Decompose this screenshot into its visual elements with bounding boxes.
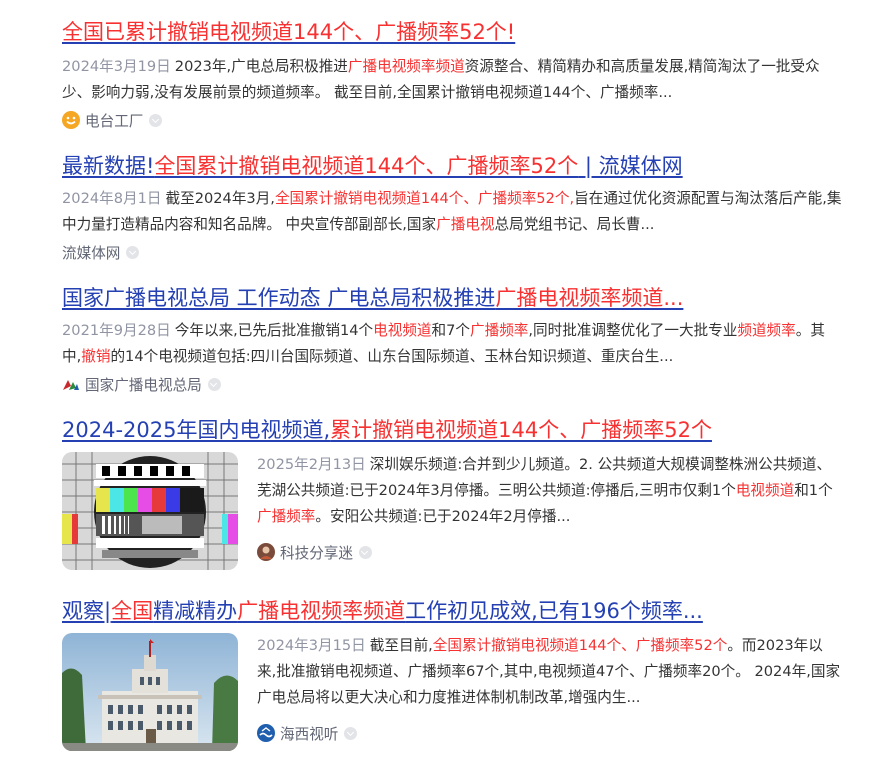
result-snippet: 2024年3月15日 截至目前,全国累计撤销电视频道144个、广播频率52个。而2… [257, 633, 842, 711]
result-source[interactable]: 电台工厂 [62, 108, 842, 132]
text-run: 截至目前, [369, 637, 433, 654]
result-title-link[interactable]: 最新数据!全国累计撤销电视频道144个、广播频率52个 | 流媒体网 [62, 152, 842, 180]
chevron-down-icon[interactable] [358, 545, 372, 559]
result-source[interactable]: 流媒体网 [62, 240, 842, 264]
text-run: | 流媒体网 [578, 154, 683, 178]
highlight-text: 广播电视频率频道... [495, 286, 684, 310]
text-run: 的14个电视频道包括:四川台国际频道、山东台国际频道、玉林台知识频道、重庆台生.… [110, 348, 674, 365]
highlight-text: 累计撤销电视频道144个、广播频率52个 [330, 418, 712, 442]
haixi-logo-icon [257, 724, 275, 742]
result-date: 2025年2月13日 [257, 456, 366, 473]
source-name: 科技分享迷 [280, 544, 353, 562]
chevron-down-icon[interactable] [126, 245, 140, 259]
highlight-text: 撤销 [81, 348, 111, 365]
text-run: 精减精办 [153, 599, 238, 623]
highlight-text: 广播电视频率频道 [347, 58, 465, 75]
building-photo-image [62, 633, 238, 751]
chevron-down-icon[interactable] [149, 113, 163, 127]
avatar-icon [257, 543, 275, 561]
text-run: 2024-2025年国内电视频道, [62, 418, 331, 442]
highlight-text: 广播电视频率频道 [237, 599, 406, 623]
source-name: 海西视听 [280, 725, 339, 743]
search-result: 2024-2025年国内电视频道,累计撤销电视频道144个、广播频率52个 20… [62, 416, 842, 570]
highlight-text: 广播频率 [470, 322, 529, 339]
result-date: 2021年9月28日 [62, 322, 171, 339]
result-source[interactable]: 科技分享迷 [257, 540, 842, 564]
result-title-link[interactable]: 2024-2025年国内电视频道,累计撤销电视频道144个、广播频率52个 [62, 416, 842, 444]
text-run: 观察| [62, 599, 112, 623]
result-date: 2024年8月1日 [62, 190, 162, 207]
tv-test-pattern-image [62, 452, 238, 570]
nrta-logo-icon [63, 380, 79, 390]
building-thumbnail[interactable] [62, 633, 238, 751]
result-snippet: 2024年8月1日 截至2024年3月,全国累计撤销电视频道144个、广播频率52… [62, 186, 842, 238]
highlight-text: 全国累计撤销电视频道144个、广播频率52个, [274, 190, 575, 207]
highlight-text: 广播频率 [257, 508, 316, 525]
text-run: 和7个 [431, 322, 470, 339]
text-run: 工作初见成效,已有196个频率... [405, 599, 703, 623]
result-title-link[interactable]: 国家广播电视总局 工作动态 广电总局积极推进广播电视频率频道... [62, 284, 842, 312]
highlight-text: 广播电视 [436, 216, 495, 233]
text-run: 2023年,广电总局积极推进 [174, 58, 348, 75]
search-result: 观察|全国精减精办广播电视频率频道工作初见成效,已有196个频率... 2024… [62, 597, 842, 751]
highlight-text: 全国累计撤销电视频道144个、广播频率52个 [154, 154, 579, 178]
result-source[interactable]: 海西视听 [257, 721, 842, 745]
chevron-down-icon[interactable] [344, 726, 358, 740]
search-result: 最新数据!全国累计撤销电视频道144个、广播频率52个 | 流媒体网 2024年… [62, 152, 842, 264]
result-snippet: 2024年3月19日 2023年,广电总局积极推进广播电视频率频道资源整合、精简精… [62, 54, 842, 106]
chevron-down-icon[interactable] [207, 377, 221, 391]
highlight-text: 全国累计撤销电视频道144个、广播频率52个 [432, 637, 728, 654]
result-title-link[interactable]: 全国已累计撤销电视频道144个、广播频率52个! [62, 18, 842, 46]
text-run: 总局党组书记、局长曹... [494, 216, 655, 233]
source-name: 国家广播电视总局 [85, 376, 202, 394]
text-run: 截至2024年3月, [165, 190, 275, 207]
result-date: 2024年3月19日 [62, 58, 171, 75]
test-card-thumbnail[interactable] [62, 452, 238, 570]
result-date: 2024年3月15日 [257, 637, 366, 654]
highlight-text: 全国 [111, 599, 154, 623]
source-name: 流媒体网 [62, 244, 121, 262]
highlight-text: 电视频道 [373, 322, 432, 339]
text-run: 国家广播电视总局 工作动态 广电总局积极推进 [62, 286, 496, 310]
smiley-logo-icon [62, 111, 80, 129]
text-run: 和1个 [794, 482, 833, 499]
search-result: 国家广播电视总局 工作动态 广电总局积极推进广播电视频率频道... 2021年9… [62, 284, 842, 396]
text-run: 最新数据! [62, 154, 155, 178]
result-snippet: 2025年2月13日 深圳娱乐频道:合并到少儿频道。2. 公共频道大规模调整株洲公… [257, 452, 842, 530]
result-source[interactable]: 国家广播电视总局 [62, 372, 842, 396]
text-run: 。安阳公共频道:已于2024年2月停播... [315, 508, 571, 525]
result-snippet: 2021年9月28日 今年以来,已先后批准撤销14个电视频道和7个广播频率,同时批… [62, 318, 842, 370]
highlight-text: 频道频率 [737, 322, 796, 339]
text-run: 今年以来,已先后批准撤销14个 [174, 322, 374, 339]
result-title-link[interactable]: 观察|全国精减精办广播电视频率频道工作初见成效,已有196个频率... [62, 597, 842, 625]
highlight-text: 全国已累计撤销电视频道144个、广播频率52个! [62, 20, 516, 44]
text-run: ,同时批准调整优化了一大批专业 [528, 322, 738, 339]
highlight-text: 电视频道 [735, 482, 795, 499]
search-result: 全国已累计撤销电视频道144个、广播频率52个! 2024年3月19日 2023年… [62, 18, 842, 132]
source-name: 电台工厂 [85, 112, 144, 130]
